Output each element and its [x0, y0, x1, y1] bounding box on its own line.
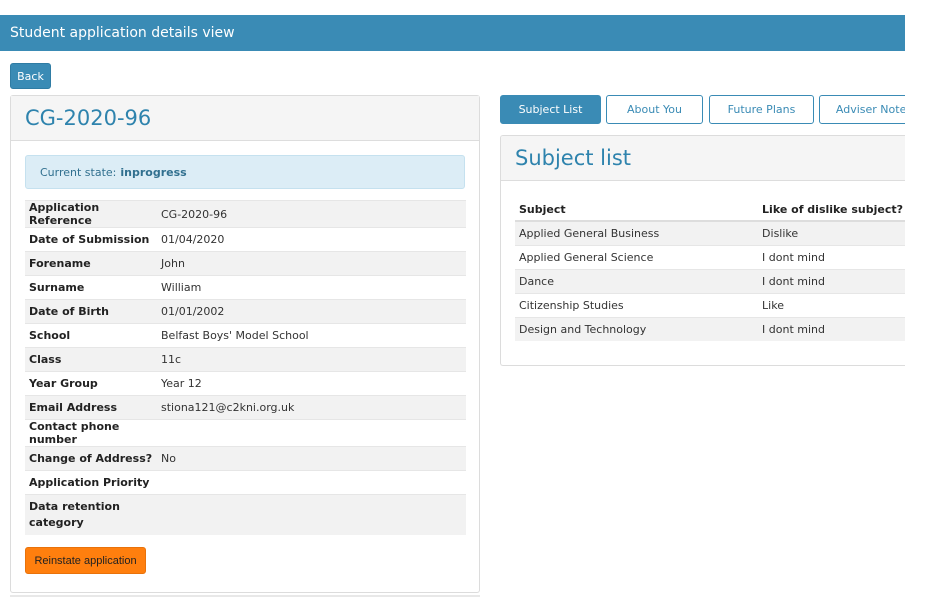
details-row: Application Priority — [25, 470, 466, 495]
field-label: Application Priority — [25, 470, 157, 495]
subject-cell: Design and Technology — [515, 316, 759, 341]
tab-future-plans[interactable]: Future Plans — [709, 95, 814, 124]
field-label: Data retention category — [25, 494, 157, 535]
field-value: 01/04/2020 — [157, 227, 466, 252]
field-label: Date of Submission — [25, 227, 157, 252]
field-label: Change of Address? — [25, 446, 157, 471]
table-row: Dance I dont mind — [515, 268, 905, 293]
column-header-preference: Like of dislike subject? — [758, 199, 905, 222]
field-value — [157, 419, 466, 447]
back-button[interactable]: Back — [10, 63, 51, 89]
preference-cell: I dont mind — [758, 244, 905, 269]
field-value: Year 12 — [157, 371, 466, 396]
field-label: School — [25, 323, 157, 348]
details-row: Year Group Year 12 — [25, 371, 466, 396]
details-row: School Belfast Boys' Model School — [25, 323, 466, 348]
details-row: Contact phone number — [25, 419, 466, 447]
details-row: Data retention category — [25, 494, 466, 535]
page-title: Student application details view — [10, 25, 235, 41]
details-row: Forename John — [25, 251, 466, 276]
field-label: Contact phone number — [25, 419, 157, 447]
tab-bar: Subject List About You Future Plans Advi… — [500, 95, 905, 124]
current-state-alert: Current state: inprogress — [25, 155, 465, 189]
table-row: Applied General Business Dislike — [515, 220, 905, 245]
subject-cell: Dance — [515, 268, 759, 293]
subject-table: Subject Like of dislike subject? Applied… — [515, 199, 905, 341]
field-value: William — [157, 275, 466, 300]
details-row: Date of Birth 01/01/2002 — [25, 299, 466, 324]
field-label: Year Group — [25, 371, 157, 396]
subject-cell: Citizenship Studies — [515, 292, 759, 317]
state-value: inprogress — [120, 165, 187, 179]
field-value — [157, 494, 466, 535]
details-row: Date of Submission 01/04/2020 — [25, 227, 466, 252]
field-value: 01/01/2002 — [157, 299, 466, 324]
subject-cell: Applied General Science — [515, 244, 759, 269]
subject-list-panel: Subject list Subject Like of dislike sub… — [500, 135, 905, 366]
field-value: CG-2020-96 — [157, 200, 466, 228]
field-label: Class — [25, 347, 157, 372]
tab-subject-list[interactable]: Subject List — [500, 95, 601, 124]
table-row: Applied General Science I dont mind — [515, 244, 905, 269]
preference-cell: Dislike — [758, 220, 905, 245]
field-value: No — [157, 446, 466, 471]
details-row: Application Reference CG-2020-96 — [25, 200, 466, 228]
details-row: Change of Address? No — [25, 446, 466, 471]
field-label: Forename — [25, 251, 157, 276]
details-row: Email Address stiona121@c2kni.org.uk — [25, 395, 466, 420]
table-row: Citizenship Studies Like — [515, 292, 905, 317]
top-bar: Student application details view — [0, 15, 905, 51]
preference-cell: I dont mind — [758, 268, 905, 293]
subject-cell: Applied General Business — [515, 220, 759, 245]
field-value: John — [157, 251, 466, 276]
field-label: Date of Birth — [25, 299, 157, 324]
field-label: Surname — [25, 275, 157, 300]
details-row: Surname William — [25, 275, 466, 300]
subject-list-header: Subject list — [501, 136, 905, 181]
reinstate-application-button[interactable]: Reinstate application — [25, 547, 146, 574]
subject-table-header: Subject Like of dislike subject? — [515, 199, 905, 222]
panel-divider — [10, 595, 480, 597]
application-id-heading: CG-2020-96 — [25, 106, 152, 130]
preference-cell: Like — [758, 292, 905, 317]
tab-about-you[interactable]: About You — [606, 95, 703, 124]
field-value: stiona121@c2kni.org.uk — [157, 395, 466, 420]
preference-cell: I dont mind — [758, 316, 905, 341]
application-details-table: Application Reference CG-2020-96 Date of … — [25, 200, 466, 535]
application-panel: CG-2020-96 Current state: inprogress App… — [10, 95, 480, 593]
field-value — [157, 470, 466, 495]
field-value: 11c — [157, 347, 466, 372]
application-panel-header: CG-2020-96 — [11, 96, 479, 141]
table-row: Design and Technology I dont mind — [515, 316, 905, 341]
state-label: Current state: — [40, 165, 117, 179]
field-value: Belfast Boys' Model School — [157, 323, 466, 348]
details-row: Class 11c — [25, 347, 466, 372]
field-label: Application Reference — [25, 200, 157, 228]
tab-adviser-notes[interactable]: Adviser Notes — [819, 95, 905, 124]
field-label: Email Address — [25, 395, 157, 420]
subject-list-title: Subject list — [515, 146, 632, 170]
column-header-subject: Subject — [515, 199, 759, 222]
